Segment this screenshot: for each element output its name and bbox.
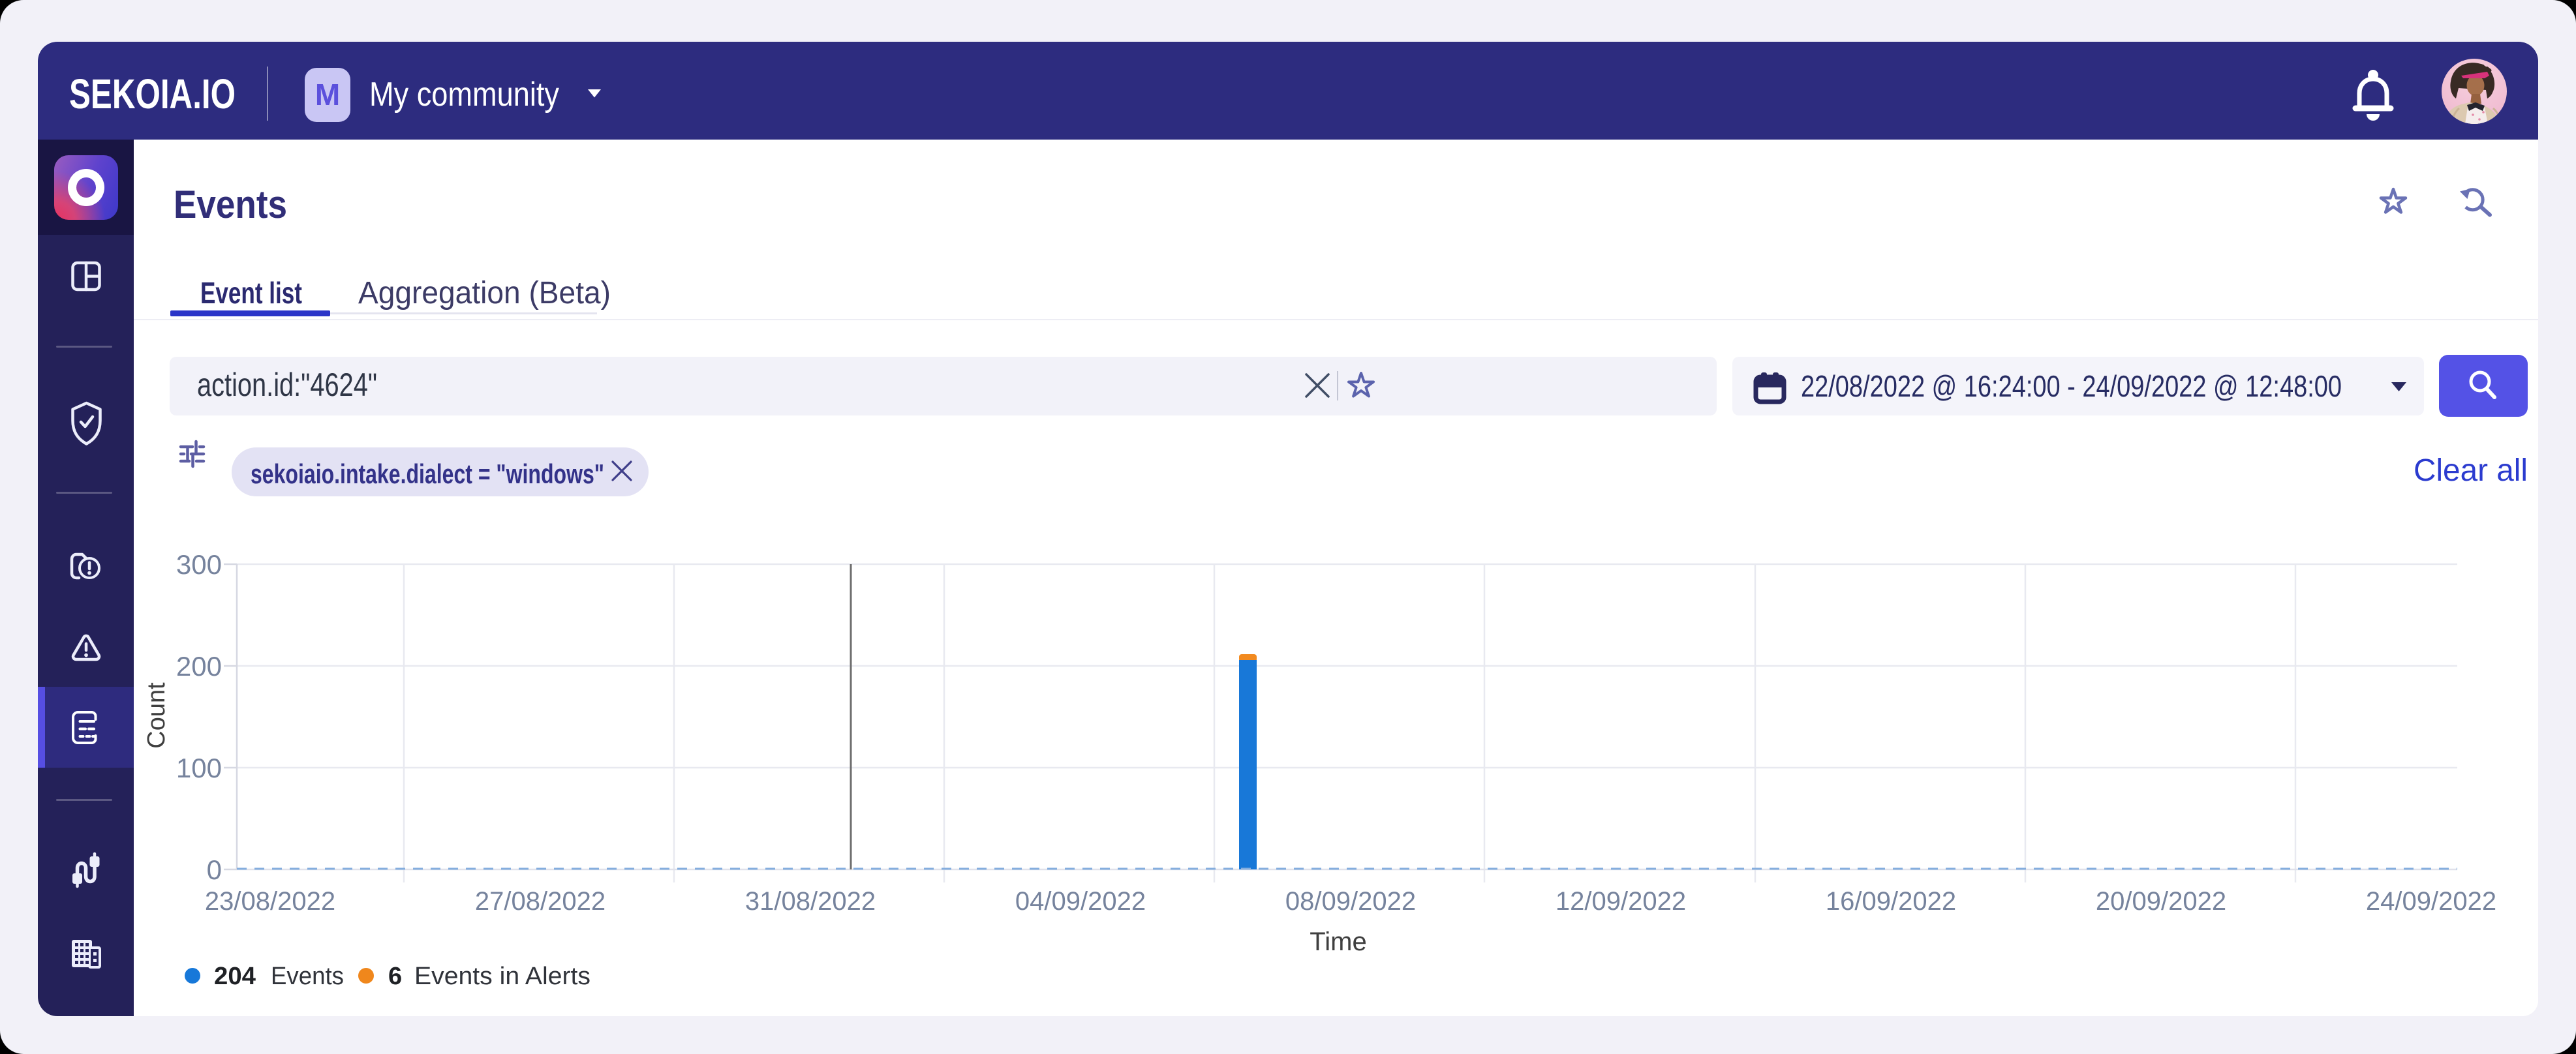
svg-text:action.id:"4624": action.id:"4624": [197, 367, 377, 403]
svg-text:Events in Alerts: Events in Alerts: [414, 963, 590, 990]
svg-text:08/09/2022: 08/09/2022: [1285, 887, 1416, 916]
svg-text:31/08/2022: 31/08/2022: [745, 887, 876, 916]
svg-text:Time: Time: [1310, 927, 1366, 956]
svg-text:23/08/2022: 23/08/2022: [205, 887, 335, 916]
svg-text:22/08/2022 @ 16:24:00 - 24/09/: 22/08/2022 @ 16:24:00 - 24/09/2022 @ 12:…: [1801, 369, 2342, 403]
svg-text:Event list: Event list: [200, 276, 302, 310]
svg-text:Events: Events: [174, 183, 287, 226]
svg-text:0: 0: [207, 854, 222, 885]
svg-text:12/09/2022: 12/09/2022: [1556, 887, 1686, 916]
svg-text:Count: Count: [143, 682, 170, 749]
svg-text:Events: Events: [271, 963, 344, 990]
svg-text:My community: My community: [369, 76, 559, 113]
svg-text:20/09/2022: 20/09/2022: [2096, 887, 2226, 916]
svg-text:04/09/2022: 04/09/2022: [1015, 887, 1146, 916]
svg-text:24/09/2022: 24/09/2022: [2366, 887, 2496, 916]
svg-text:100: 100: [176, 753, 222, 783]
svg-text:6: 6: [388, 963, 402, 990]
svg-text:27/08/2022: 27/08/2022: [475, 887, 606, 916]
svg-text:Clear all: Clear all: [2414, 453, 2528, 488]
svg-text:SEKOIA.IO: SEKOIA.IO: [69, 70, 236, 117]
svg-text:Aggregation (Beta): Aggregation (Beta): [358, 276, 611, 310]
svg-text:16/09/2022: 16/09/2022: [1826, 887, 1956, 916]
svg-text:sekoiaio.intake.dialect = "win: sekoiaio.intake.dialect = "windows": [251, 459, 604, 489]
svg-text:300: 300: [176, 549, 222, 580]
svg-text:200: 200: [176, 651, 222, 682]
svg-text:204: 204: [214, 963, 256, 990]
